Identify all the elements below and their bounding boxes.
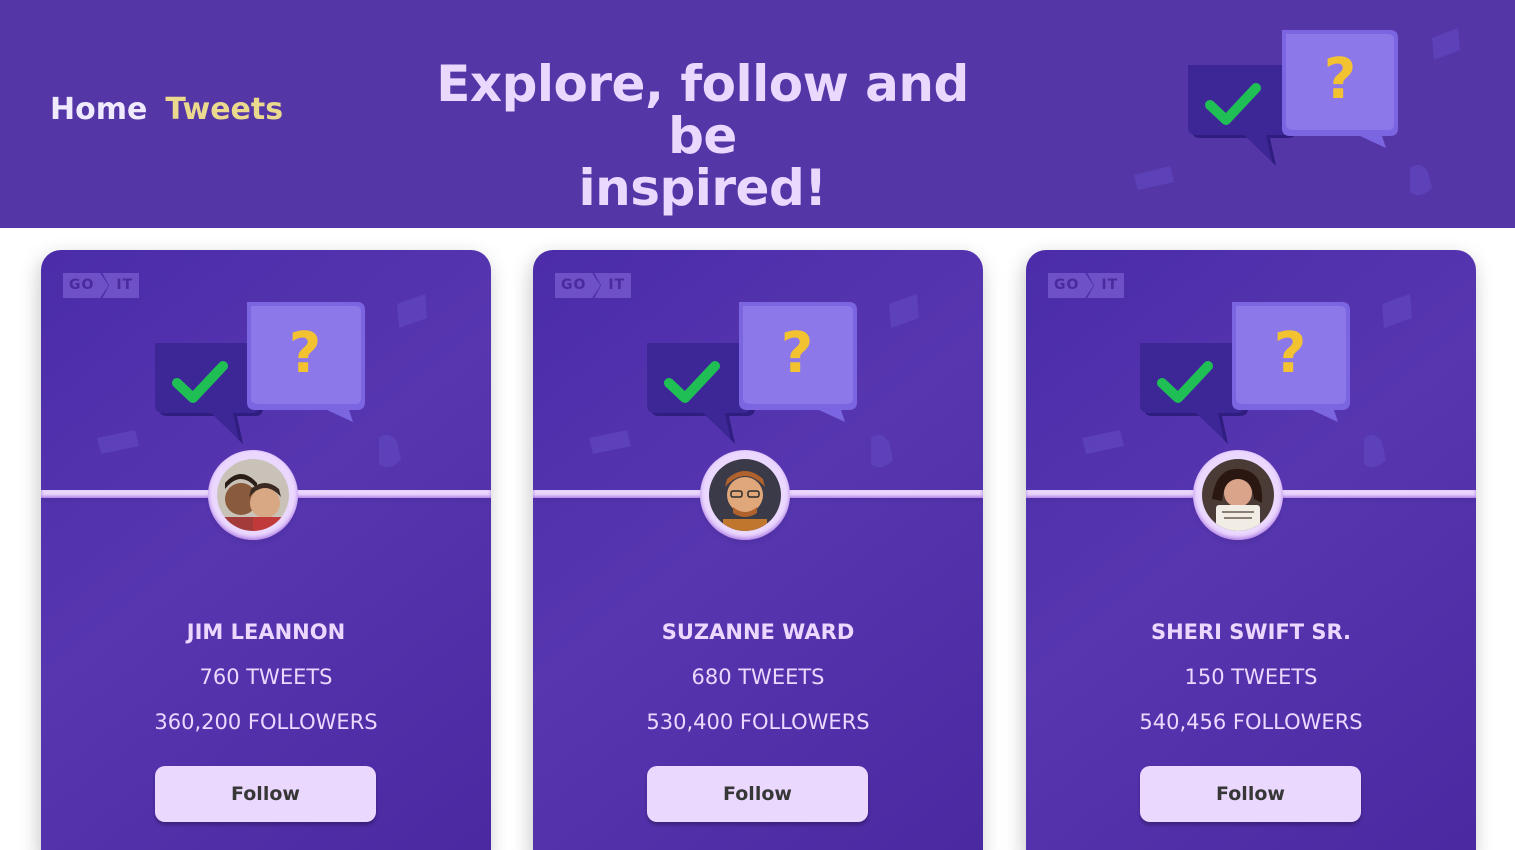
svg-text:?: ? <box>1274 321 1306 386</box>
followers-count: 530,400 FOLLOWERS <box>646 710 870 734</box>
tweets-count: 680 TWEETS <box>691 665 825 689</box>
followers-count: 540,456 FOLLOWERS <box>1139 710 1363 734</box>
page-header: Home Tweets Explore, follow and be inspi… <box>0 0 1515 228</box>
hero-title-line-1: Explore, follow and be <box>436 55 969 165</box>
user-card: GO IT ? SHERI SWIFT SR. 150 TWEETS 540,4… <box>1026 250 1476 850</box>
user-name: SHERI SWIFT SR. <box>1150 620 1352 644</box>
svg-text:?: ? <box>1324 47 1356 112</box>
user-card: GO IT ? JIM LEANNON 760 TWEETS 360,200 F… <box>41 250 491 850</box>
svg-text:?: ? <box>289 321 321 386</box>
tweets-count: 150 TWEETS <box>1184 665 1318 689</box>
user-photo-avatar-icon <box>709 459 781 531</box>
avatar <box>1193 450 1283 540</box>
nav-link-tweets[interactable]: Tweets <box>165 92 283 127</box>
avatar-photo <box>1202 459 1274 531</box>
nav-link-home[interactable]: Home <box>50 92 147 127</box>
follow-button[interactable]: Follow <box>1140 766 1361 822</box>
avatar <box>208 450 298 540</box>
avatar-photo <box>709 459 781 531</box>
hero-title: Explore, follow and be inspired! <box>395 58 1010 214</box>
avatar <box>700 450 790 540</box>
main-nav: Home Tweets <box>50 92 283 127</box>
question-answer-illustration-icon: ? <box>1134 28 1460 196</box>
tweets-count: 760 TWEETS <box>199 665 333 689</box>
hero-title-line-2: inspired! <box>578 159 827 217</box>
user-card: GO IT ? SUZANNE WARD 680 TWEETS 530,400 … <box>533 250 983 850</box>
follow-button[interactable]: Follow <box>647 766 868 822</box>
followers-count: 360,200 FOLLOWERS <box>154 710 378 734</box>
user-name: JIM LEANNON <box>186 620 346 644</box>
user-photo-avatar-icon <box>217 459 289 531</box>
user-name: SUZANNE WARD <box>661 620 855 644</box>
user-photo-avatar-icon <box>1202 459 1274 531</box>
avatar-photo <box>217 459 289 531</box>
svg-text:?: ? <box>781 321 813 386</box>
follow-button[interactable]: Follow <box>155 766 376 822</box>
